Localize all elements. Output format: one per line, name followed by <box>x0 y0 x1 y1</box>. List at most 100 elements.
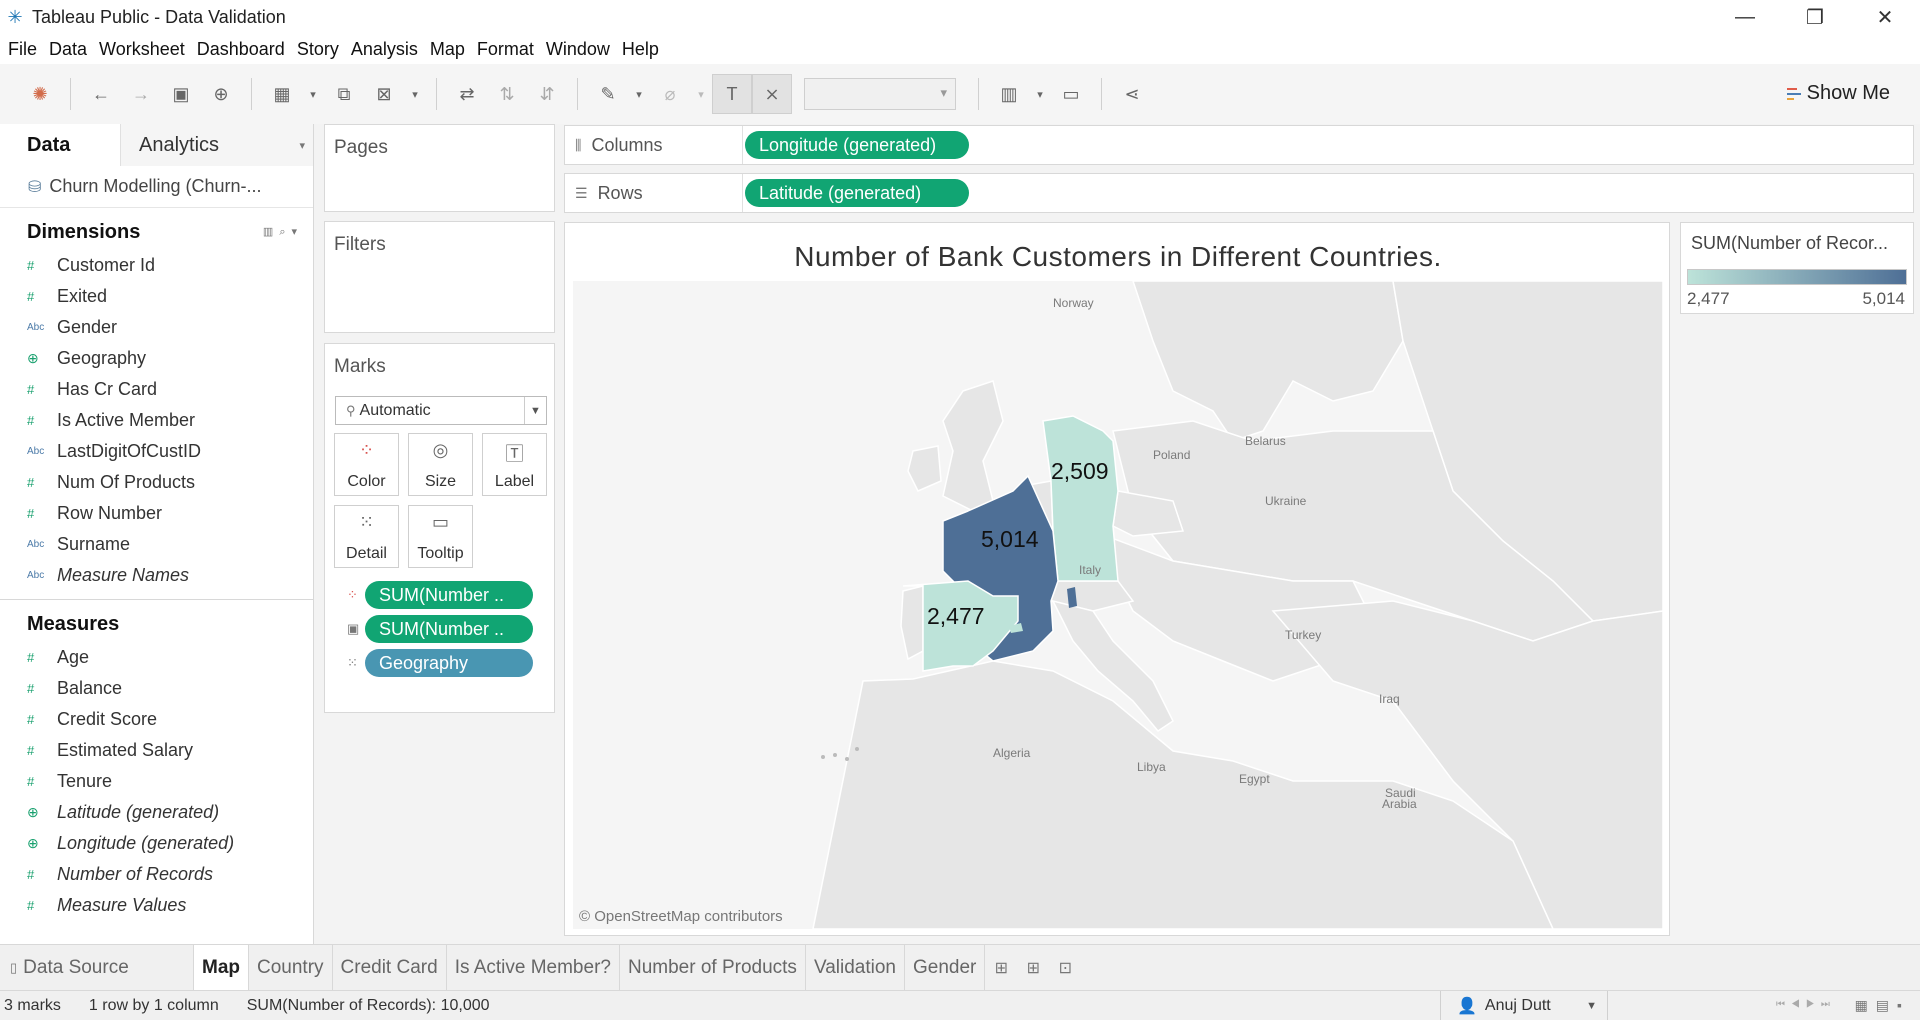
swap-rows-columns-icon[interactable]: ⇄ <box>447 74 487 114</box>
menu-help[interactable]: Help <box>616 39 665 60</box>
show-cards-icon[interactable]: ▥ <box>989 74 1029 114</box>
sheet-tab-gender[interactable]: Gender <box>905 945 986 990</box>
restore-icon[interactable]: ❐ <box>1780 0 1850 34</box>
field-item[interactable]: ⊕ Geography <box>0 343 313 374</box>
new-dashboard-icon[interactable]: ⊞ <box>1017 945 1049 990</box>
map-attribution[interactable]: © OpenStreetMap contributors <box>579 908 783 925</box>
sort-descending-icon[interactable]: ⇵ <box>527 74 567 114</box>
menu-analysis[interactable]: Analysis <box>345 39 424 60</box>
fit-select[interactable] <box>804 78 956 110</box>
presentation-mode-icon[interactable]: ▭ <box>1051 74 1091 114</box>
field-item[interactable]: # Num Of Products <box>0 467 313 498</box>
chevron-down-icon[interactable]: ▾ <box>404 74 426 114</box>
field-item[interactable]: Abc Measure Names <box>0 560 313 591</box>
filters-card[interactable]: Filters <box>324 221 555 333</box>
color-sum-pill[interactable]: SUM(Number .. <box>365 581 533 609</box>
label-sum-pill[interactable]: SUM(Number .. <box>365 615 533 643</box>
sheet-tab-map[interactable]: Map <box>194 945 249 990</box>
field-item[interactable]: # Age <box>0 642 313 673</box>
sheet-view-icons[interactable]: ▦▤▪ <box>1855 997 1910 1014</box>
clear-sheet-icon[interactable]: ⊠ <box>364 74 404 114</box>
color-legend[interactable]: SUM(Number of Recor... 2,477 5,014 <box>1680 222 1914 314</box>
datasource-item[interactable]: ⛁ Churn Modelling (Churn-... <box>0 166 313 208</box>
new-worksheet-icon[interactable]: ▦ <box>262 74 302 114</box>
field-item[interactable]: # Number of Records <box>0 859 313 890</box>
chevron-down-icon[interactable]: ▾ <box>690 74 712 114</box>
columns-shelf[interactable]: ⫼ Columns Longitude (generated) <box>564 125 1914 165</box>
field-item[interactable]: ⊕ Longitude (generated) <box>0 828 313 859</box>
geography-detail-pill[interactable]: Geography <box>365 649 533 677</box>
close-icon[interactable]: ✕ <box>1850 0 1920 34</box>
field-item[interactable]: Abc LastDigitOfCustID <box>0 436 313 467</box>
map-view[interactable]: Norway Poland Belarus Ukraine Italy Turk… <box>573 281 1663 929</box>
undo-icon[interactable]: ← <box>81 74 121 114</box>
sheet-tab-credit-card[interactable]: Credit Card <box>333 945 447 990</box>
field-item[interactable]: # Is Active Member <box>0 405 313 436</box>
show-me-button[interactable]: Show Me <box>1786 82 1890 105</box>
sheet-tab-is-active-member[interactable]: Is Active Member? <box>447 945 620 990</box>
detail-button[interactable]: ⁙ Detail <box>334 505 399 568</box>
field-item[interactable]: # Measure Values <box>0 890 313 921</box>
menu-map[interactable]: Map <box>424 39 471 60</box>
viz-title[interactable]: Number of Bank Customers in Different Co… <box>565 241 1671 273</box>
longitude-pill[interactable]: Longitude (generated) <box>745 131 969 159</box>
duplicate-sheet-icon[interactable]: ⧉ <box>324 74 364 114</box>
label-button[interactable]: 🅃 Label <box>482 433 547 496</box>
place-label: Belarus <box>1245 434 1286 448</box>
new-story-icon[interactable]: ⊡ <box>1049 945 1081 990</box>
user-menu[interactable]: 👤 Anuj Dutt ▼ <box>1440 991 1608 1020</box>
menu-window[interactable]: Window <box>540 39 616 60</box>
menu-dashboard[interactable]: Dashboard <box>191 39 291 60</box>
sheet-tab-country[interactable]: Country <box>249 945 333 990</box>
chevron-down-icon[interactable]: ▾ <box>1029 74 1051 114</box>
chevron-down-icon[interactable]: ▾ <box>628 74 650 114</box>
size-button[interactable]: ◎ Size <box>408 433 473 496</box>
save-icon[interactable]: ▣ <box>161 74 201 114</box>
highlight-icon[interactable]: ✎ <box>588 74 628 114</box>
redo-icon[interactable]: → <box>121 74 161 114</box>
field-label: Balance <box>57 678 123 698</box>
field-label: Number of Records <box>57 864 214 884</box>
sheet-tab-validation[interactable]: Validation <box>806 945 905 990</box>
sheet-nav-icons[interactable]: ⏮◀▶⏭ <box>1776 999 1836 1010</box>
field-item[interactable]: # Credit Score <box>0 704 313 735</box>
data-source-tab[interactable]: ▯ Data Source <box>0 945 194 990</box>
field-item[interactable]: ⊕ Latitude (generated) <box>0 797 313 828</box>
share-icon[interactable]: ⋖ <box>1112 74 1152 114</box>
minimize-icon[interactable]: — <box>1710 0 1780 34</box>
filters-title: Filters <box>334 234 386 255</box>
field-item[interactable]: # Row Number <box>0 498 313 529</box>
field-item[interactable]: # Has Cr Card <box>0 374 313 405</box>
rows-shelf[interactable]: ☰ Rows Latitude (generated) <box>564 173 1914 213</box>
latitude-pill[interactable]: Latitude (generated) <box>745 179 969 207</box>
color-button[interactable]: ⁘ Color <box>334 433 399 496</box>
menu-format[interactable]: Format <box>471 39 540 60</box>
chevron-down-icon[interactable]: ▾ <box>302 74 324 114</box>
sheet-tab-number-of-products[interactable]: Number of Products <box>620 945 806 990</box>
tableau-home-icon[interactable]: ✺ <box>20 74 60 114</box>
field-item[interactable]: # Tenure <box>0 766 313 797</box>
new-worksheet-icon[interactable]: ⊞ <box>985 945 1017 990</box>
field-item[interactable]: Abc Surname <box>0 529 313 560</box>
menu-data[interactable]: Data <box>43 39 93 60</box>
field-item[interactable]: # Balance <box>0 673 313 704</box>
fix-axes-icon[interactable]: ⨯ <box>752 74 792 114</box>
field-item[interactable]: # Estimated Salary <box>0 735 313 766</box>
pages-card[interactable]: Pages <box>324 124 555 212</box>
field-item[interactable]: Abc Gender <box>0 312 313 343</box>
menu-file[interactable]: File <box>2 39 43 60</box>
field-item[interactable]: # Customer Id <box>0 250 313 281</box>
sort-ascending-icon[interactable]: ⇅ <box>487 74 527 114</box>
show-mark-labels-icon[interactable]: T <box>712 74 752 114</box>
menu-story[interactable]: Story <box>291 39 345 60</box>
new-data-source-icon[interactable]: ⊕ <box>201 74 241 114</box>
dimension-tools-icons[interactable]: ▥⌕▾ <box>263 225 303 239</box>
group-members-icon[interactable]: ⌀ <box>650 74 690 114</box>
tab-data[interactable]: Data <box>0 124 120 166</box>
tab-analytics[interactable]: Analytics <box>120 124 313 166</box>
tooltip-button[interactable]: ▭ Tooltip <box>408 505 473 568</box>
field-label: Gender <box>57 317 118 337</box>
field-item[interactable]: # Exited <box>0 281 313 312</box>
menu-worksheet[interactable]: Worksheet <box>93 39 191 60</box>
mark-type-dropdown[interactable]: ⚲ Automatic ▼ <box>335 396 547 425</box>
